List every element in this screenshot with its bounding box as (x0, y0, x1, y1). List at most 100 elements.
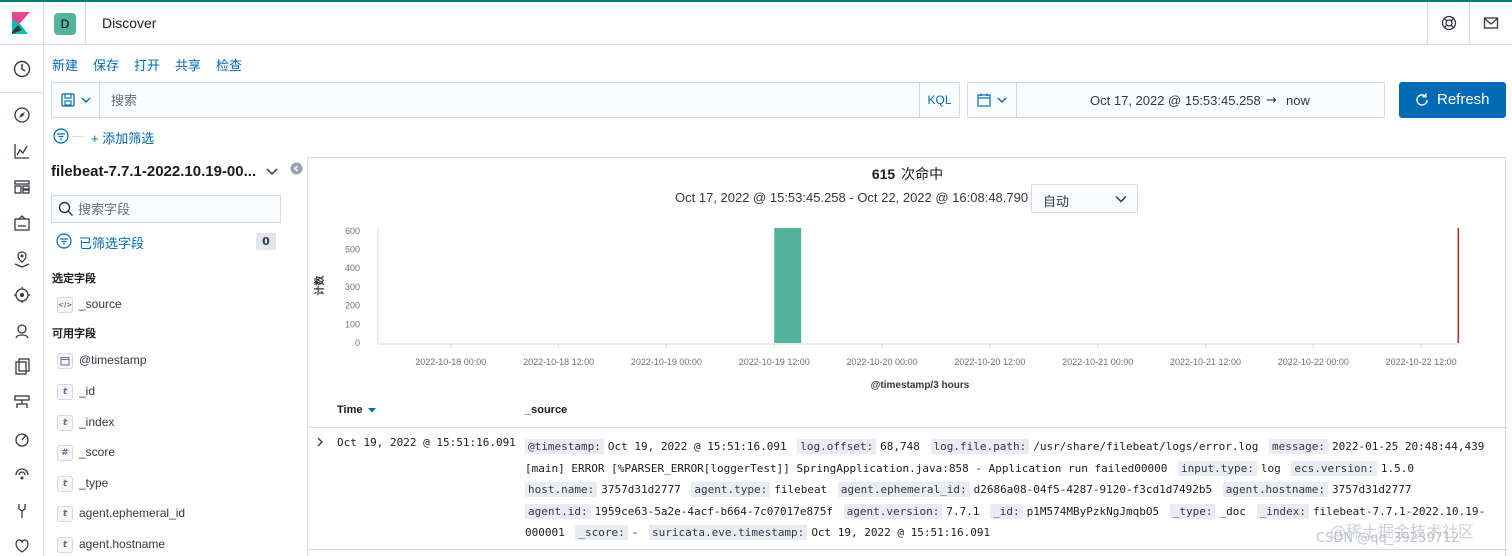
kibana-logo[interactable] (0, 2, 44, 45)
field-item[interactable]: t _index (57, 412, 297, 432)
page-title: Discover (102, 15, 157, 31)
source-field-value: 3757d31d2777 (601, 483, 681, 497)
space-avatar: D (54, 13, 76, 35)
add-filter-button[interactable]: + 添加筛选 (91, 128, 154, 147)
date-type-icon (57, 353, 73, 369)
menu-inspect[interactable]: 检查 (216, 55, 242, 74)
field-item[interactable]: </> _source (57, 294, 297, 314)
time-picker: Oct 17, 2022 @ 15:53:45.258 → now (967, 82, 1385, 118)
source-field-key: host.name: (525, 482, 598, 498)
ml-icon[interactable] (12, 285, 32, 305)
filter-icon (56, 233, 72, 249)
x-tick-label: 2022-10-21 12:00 (1170, 357, 1241, 367)
filter-divider (72, 136, 84, 137)
source-field-key: _score: (575, 525, 628, 541)
chevron-down-icon[interactable] (266, 167, 278, 177)
source-field-key: ecs.version: (1291, 460, 1377, 476)
help-button[interactable] (1427, 2, 1469, 45)
row-divider (308, 549, 1507, 550)
saved-query-button[interactable] (52, 83, 100, 117)
stack-monitoring-icon[interactable] (12, 535, 32, 555)
menu-save[interactable]: 保存 (93, 55, 119, 74)
source-field-value: /usr/share/filebeat/logs/error.log (1033, 440, 1259, 453)
visualize-chart-icon[interactable] (12, 141, 32, 161)
discover-compass-icon[interactable] (12, 105, 32, 125)
hits-counter: 615 次命中 (308, 164, 1507, 184)
source-field-value: Oct 19, 2022 @ 15:51:16.091 (607, 440, 787, 453)
menu-open[interactable]: 打开 (134, 55, 160, 74)
field-item[interactable]: @timestamp (57, 350, 297, 370)
recently-viewed-clock-icon[interactable] (12, 59, 32, 79)
field-search (51, 195, 281, 223)
uptime-icon[interactable] (12, 465, 32, 485)
siem-icon[interactable] (12, 321, 32, 341)
quick-select-button[interactable] (968, 83, 1017, 117)
chevron-down-icon (81, 97, 91, 103)
x-tick-label: 2022-10-20 00:00 (847, 357, 918, 367)
field-search-input[interactable] (78, 196, 278, 222)
logs-icon[interactable] (12, 357, 32, 377)
y-tick-label: 500 (345, 245, 360, 255)
chevron-down-icon (1115, 195, 1127, 203)
source-field-key: log.file.path: (930, 439, 1030, 454)
space-selector[interactable]: D (44, 2, 86, 45)
row-time: Oct 19, 2022 @ 15:51:16.091 (337, 436, 516, 449)
source-field-value: log (1260, 461, 1281, 475)
menu-new[interactable]: 新建 (52, 55, 78, 74)
filter-options-icon[interactable] (53, 128, 69, 144)
end-date-button[interactable]: now (1286, 93, 1310, 108)
field-item[interactable]: # _score (57, 442, 297, 462)
source-field-value: Oct 19, 2022 @ 15:51:16.091 (811, 526, 991, 540)
filtered-fields-label: 已筛选字段 (79, 236, 145, 251)
source-field-key: input.type: (1178, 460, 1257, 476)
y-tick-label: 200 (345, 301, 360, 311)
collapse-sidebar-icon[interactable] (290, 162, 303, 175)
refresh-label: Refresh (1437, 91, 1490, 108)
dashboard-icon[interactable] (12, 177, 32, 197)
field-item[interactable]: t agent.ephemeral_id (57, 503, 297, 523)
global-header: D Discover (0, 2, 1512, 45)
arrow-right-icon: → (1266, 93, 1277, 108)
watermark-csdn: CSDN @qq_39239712 (1316, 531, 1460, 546)
dev-tools-icon[interactable] (12, 501, 32, 521)
source-field-key: agent.ephemeral_id: (837, 482, 970, 498)
string-type-icon: t (57, 537, 73, 553)
x-tick-label: 2022-10-19 00:00 (631, 357, 702, 367)
interval-select[interactable]: 自动 (1031, 184, 1138, 213)
source-field-key: @timestamp: (525, 439, 604, 454)
field-item[interactable]: t agent.hostname (57, 534, 297, 554)
nav-divider (0, 92, 44, 93)
search-icon (58, 201, 73, 216)
expand-row-chevron-icon[interactable] (315, 437, 325, 447)
search-input[interactable] (100, 83, 920, 117)
source-field-key: log.offset: (797, 439, 877, 454)
field-name: _type (79, 476, 109, 490)
field-name: _id (79, 384, 96, 398)
source-type-icon: </> (57, 297, 73, 313)
menu-share[interactable]: 共享 (175, 55, 201, 74)
filtered-fields-toggle[interactable]: 已筛选字段 0 (56, 232, 278, 252)
field-name: agent.ephemeral_id (79, 506, 186, 520)
index-pattern-title[interactable]: filebeat-7.7.1-2022.10.19-00... (51, 163, 256, 180)
apm-icon[interactable] (12, 429, 32, 449)
maps-icon[interactable] (12, 249, 32, 269)
x-tick-label: 2022-10-18 12:00 (523, 357, 594, 367)
string-type-icon: t (57, 415, 73, 431)
source-field-key: agent.id: (525, 503, 591, 519)
news-button[interactable] (1469, 2, 1511, 45)
field-name: @timestamp (79, 353, 147, 367)
start-date-button[interactable]: Oct 17, 2022 @ 15:53:45.258 (1090, 93, 1261, 108)
infrastructure-icon[interactable] (12, 393, 32, 413)
hits-label: 次命中 (901, 166, 944, 182)
field-name: _source (79, 297, 122, 311)
refresh-button[interactable]: Refresh (1399, 82, 1506, 118)
field-item[interactable]: t _id (57, 381, 297, 401)
query-language-button[interactable]: KQL (919, 83, 959, 117)
canvas-icon[interactable] (12, 213, 32, 233)
query-bar: KQL (51, 82, 960, 118)
source-field-value: - (631, 526, 639, 540)
x-tick-label: 2022-10-22 12:00 (1386, 357, 1457, 367)
column-time-header[interactable]: Time (337, 404, 376, 416)
side-nav (0, 45, 44, 556)
field-item[interactable]: t _type (57, 473, 297, 493)
